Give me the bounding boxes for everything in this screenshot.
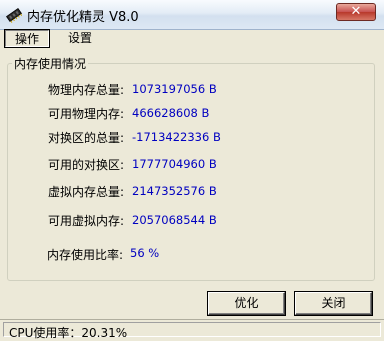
menu-operation[interactable]: 操作 — [4, 29, 50, 48]
physical-memory-total-label: 物理内存总量: — [47, 83, 124, 97]
menu-settings-label: 设置 — [67, 31, 92, 45]
memory-info-group-title: 内存使用情况 — [12, 55, 89, 72]
memory-chip-icon — [5, 7, 23, 23]
menu-operation-label: 操作 — [14, 32, 39, 46]
close-button-label: 关闭 — [321, 296, 346, 310]
close-icon: ✕ — [350, 4, 362, 19]
optimize-button[interactable]: 优化 — [208, 292, 285, 315]
app-window: 内存优化精灵 V8.0 ✕ 操作 设置 内存使用情况 物理内存总量: 10731… — [0, 0, 384, 340]
cpu-usage-text: CPU使用率：20.31% — [9, 326, 128, 340]
optimize-button-label: 优化 — [234, 296, 259, 310]
window-title: 内存优化精灵 V8.0 — [27, 10, 139, 25]
virtual-memory-total-value: 2147352576 B — [132, 184, 217, 198]
virtual-memory-available-value: 2057068544 B — [132, 213, 217, 227]
swap-total-value: -1713422336 B — [132, 130, 221, 144]
physical-memory-total-value: 1073197056 B — [132, 82, 217, 96]
virtual-memory-total-label: 虚拟内存总量: — [47, 185, 124, 199]
physical-memory-available-label: 可用物理内存: — [47, 107, 124, 121]
close-button[interactable]: 关闭 — [295, 292, 372, 315]
swap-available-value: 1777704960 B — [132, 157, 217, 171]
status-panel: CPU使用率：20.31% — [3, 322, 381, 340]
physical-memory-available-value: 466628608 B — [132, 106, 210, 120]
memory-usage-ratio-value: 56 % — [130, 246, 160, 260]
menu-bar: 操作 设置 — [0, 29, 384, 48]
swap-available-label: 可用的对换区: — [47, 158, 124, 172]
title-bar[interactable]: 内存优化精灵 V8.0 ✕ — [0, 0, 384, 30]
status-bar: CPU使用率：20.31% — [0, 319, 384, 340]
menu-settings[interactable]: 设置 — [58, 30, 102, 47]
memory-usage-ratio-label: 内存使用比率: — [47, 248, 124, 262]
swap-total-label: 对换区的总量: — [47, 131, 124, 145]
virtual-memory-available-label: 可用虚拟内存: — [47, 214, 124, 228]
window-close-button[interactable]: ✕ — [336, 3, 376, 21]
